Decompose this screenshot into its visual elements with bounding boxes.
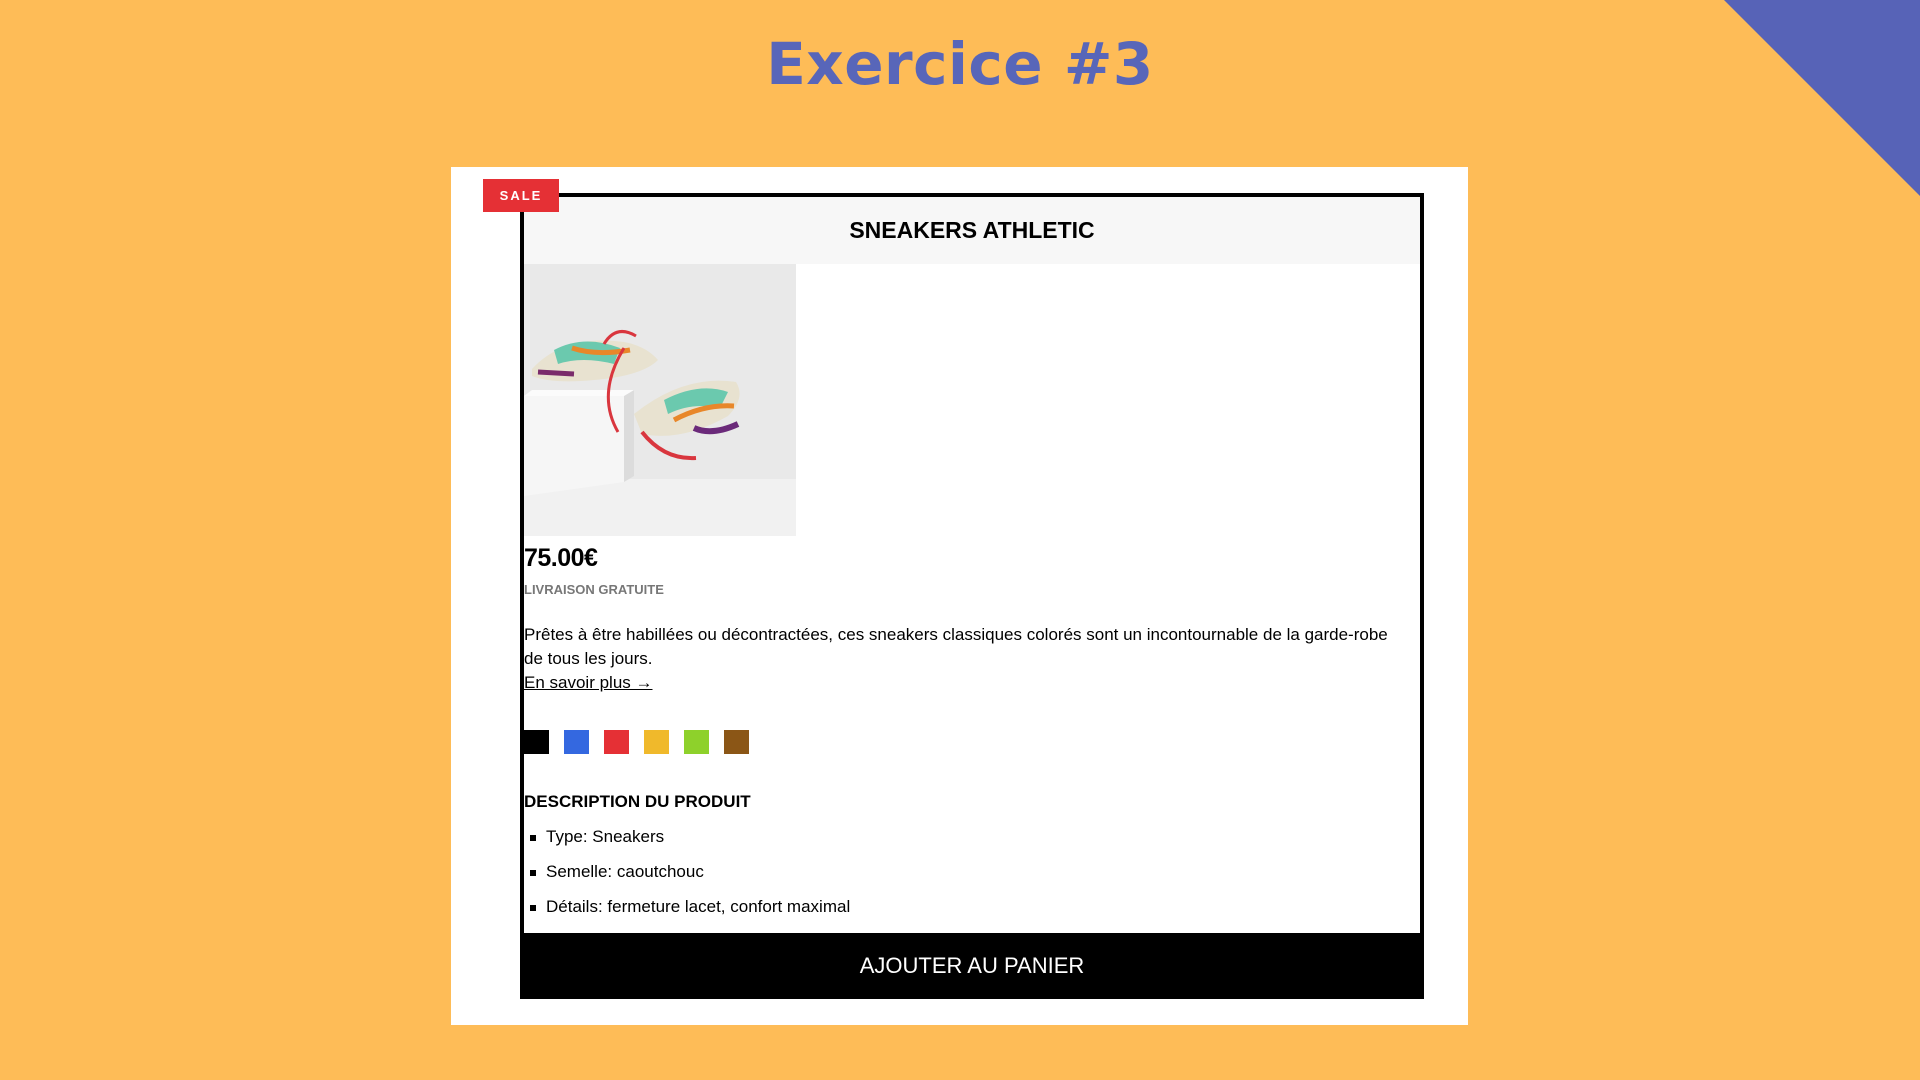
- spec-item: Semelle: caoutchouc: [524, 860, 1420, 884]
- spec-item: Type: Sneakers: [524, 825, 1420, 849]
- color-swatch-green[interactable]: [684, 730, 709, 754]
- color-swatch-yellow[interactable]: [644, 730, 669, 754]
- card-header: SNEAKERS ATHLETIC: [524, 197, 1420, 264]
- slide-title: Exercice #3: [766, 30, 1154, 98]
- shipping-label: LIVRAISON GRATUITE: [524, 582, 664, 597]
- product-image: [524, 264, 796, 536]
- spec-item: Détails: fermeture lacet, confort maxima…: [524, 895, 1420, 919]
- add-to-cart-button[interactable]: AJOUTER AU PANIER: [520, 933, 1424, 999]
- product-name: SNEAKERS ATHLETIC: [849, 217, 1095, 243]
- color-swatch-blue[interactable]: [564, 730, 589, 754]
- color-swatch-black[interactable]: [524, 730, 549, 754]
- product-specs-list: Type: Sneakers Semelle: caoutchouc Détai…: [524, 825, 1420, 919]
- card-body: 75.00€ LIVRAISON GRATUITE Prêtes à être …: [524, 264, 1420, 919]
- color-swatch-red[interactable]: [604, 730, 629, 754]
- product-card: SNEAKERS ATHLETIC 75.00€ LIVRAISON GRATU…: [520, 193, 1424, 999]
- product-description: Prêtes à être habillées ou décontractées…: [524, 625, 1388, 668]
- product-description-title: DESCRIPTION DU PRODUIT: [524, 792, 751, 811]
- learn-more-link[interactable]: En savoir plus →: [524, 671, 653, 695]
- product-price: 75.00€: [524, 544, 598, 572]
- sale-badge: SALE: [483, 179, 559, 212]
- color-swatch-brown[interactable]: [724, 730, 749, 754]
- color-swatches: [524, 730, 1420, 754]
